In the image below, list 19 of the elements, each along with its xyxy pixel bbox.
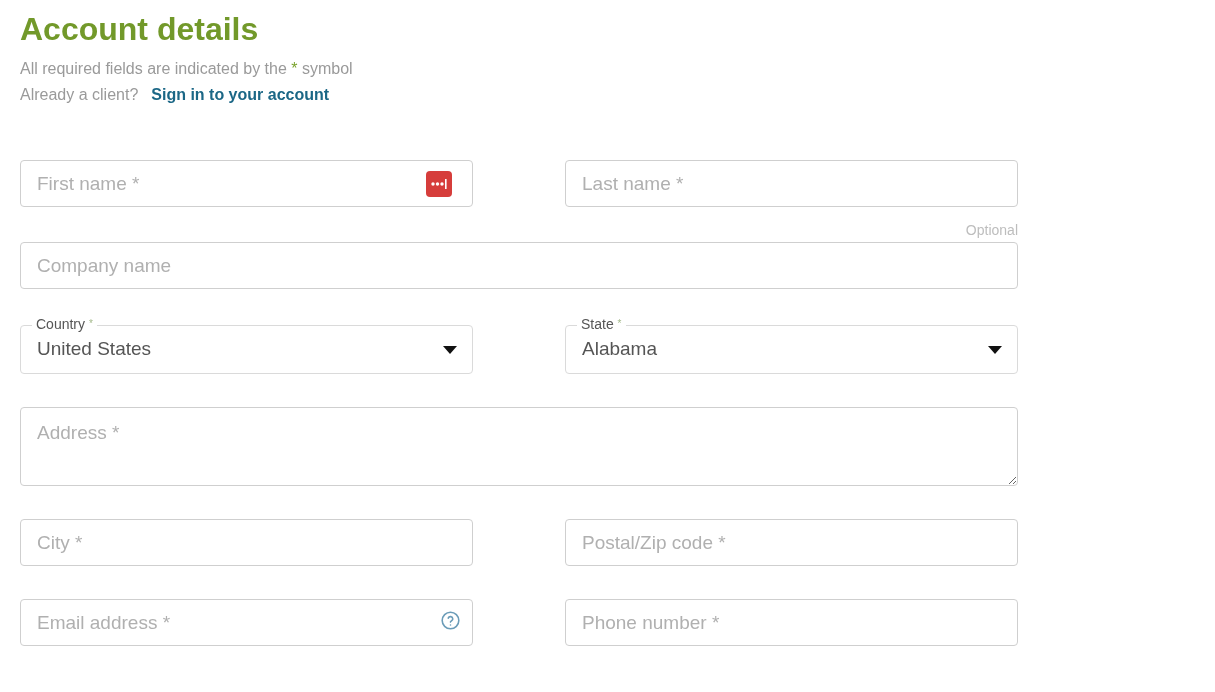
page-heading: Account details (20, 13, 259, 45)
sign-in-prompt: Already a client? (20, 85, 139, 105)
instructions-text: All required fields are indicated by the * symbol (20, 59, 353, 79)
input-field[interactable]: Company name (20, 242, 1018, 289)
input-field[interactable]: Postal/Zip code * (565, 519, 1018, 566)
input-field[interactable]: Phone number * (565, 599, 1018, 646)
input-field[interactable]: Last name * (565, 160, 1018, 207)
field-label: State * (577, 316, 626, 332)
help-icon[interactable] (441, 611, 460, 630)
password-dots-icon[interactable] (426, 171, 452, 197)
optional-label: Optional (965, 222, 1018, 238)
address-field[interactable]: Address * (20, 407, 1018, 486)
input-field[interactable]: First name * (20, 160, 473, 207)
input-field[interactable]: City * (20, 519, 473, 566)
field-label: Country * (32, 316, 97, 332)
input-field[interactable]: Email address * (20, 599, 473, 646)
caret-icon (988, 346, 1002, 354)
caret-icon (443, 346, 457, 354)
sign-in-link[interactable]: Sign in to your account (151, 82, 330, 108)
